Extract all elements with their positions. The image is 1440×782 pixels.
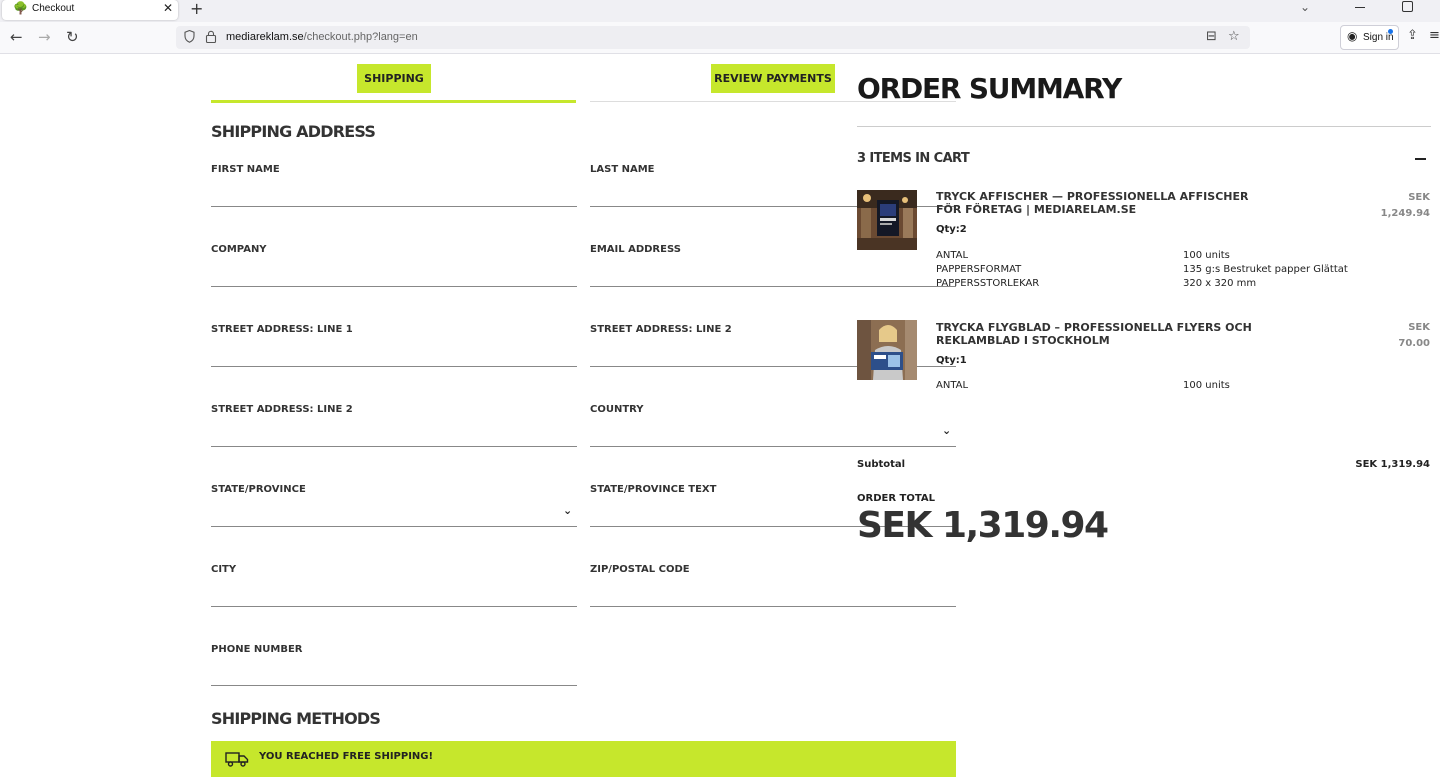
- street-line2-label-alt: STREET ADDRESS: LINE 2: [211, 404, 353, 415]
- free-shipping-message: YOU REACHED FREE SHIPPING!: [259, 751, 434, 762]
- lock-icon: [205, 30, 217, 43]
- restore-window-icon[interactable]: [1402, 1, 1413, 12]
- state-province-label: STATE/PROVINCE: [211, 484, 306, 495]
- shipping-address-title: SHIPPING ADDRESS: [211, 122, 376, 141]
- city-label: CITY: [211, 564, 237, 575]
- option-value: 100 units: [1183, 250, 1230, 261]
- email-field[interactable]: [590, 286, 956, 287]
- minimize-window-icon[interactable]: [1355, 1, 1365, 11]
- street-line2-label: STREET ADDRESS: LINE 2: [590, 324, 732, 335]
- account-icon: ◉: [1347, 29, 1358, 43]
- country-label: COUNTRY: [590, 404, 644, 415]
- items-in-cart-toggle[interactable]: 3 ITEMS IN CART: [857, 151, 970, 166]
- street-line2-field-alt[interactable]: [211, 446, 577, 447]
- phone-field[interactable]: [211, 685, 577, 686]
- first-name-label: FIRST NAME: [211, 164, 280, 175]
- option-value: 320 x 320 mm: [1183, 278, 1257, 289]
- menu-icon[interactable]: ≡: [1429, 28, 1440, 43]
- sign-in-button[interactable]: ◉ Sign in: [1340, 25, 1399, 50]
- browser-tab-bar: 🌳 Checkout ✕ + ⌄: [0, 0, 1440, 22]
- back-arrow-icon[interactable]: ←: [10, 28, 23, 46]
- checkout-page: SHIPPING REVIEW PAYMENTS SHIPPING ADDRES…: [0, 54, 1440, 782]
- last-name-label: LAST NAME: [590, 164, 655, 175]
- state-province-select[interactable]: [211, 526, 577, 527]
- product-qty: Qty:2: [936, 224, 967, 235]
- step-shipping-indicator: [211, 100, 576, 103]
- street-line1-label: STREET ADDRESS: LINE 1: [211, 324, 353, 335]
- street-line1-field[interactable]: [211, 366, 577, 367]
- browser-toolbar: ← → ↻ mediareklam.se/checkout.php?lang=e…: [0, 22, 1440, 54]
- subtotal-value: SEK 1,319.94: [1355, 459, 1430, 470]
- product-name[interactable]: TRYCKA FLYGBLAD – PROFESSIONELLA FLYERS …: [936, 321, 1256, 347]
- country-select[interactable]: [590, 446, 956, 447]
- reload-icon[interactable]: ↻: [66, 28, 79, 46]
- option-key: PAPPERSFORMAT: [936, 264, 1022, 275]
- chevron-down-icon[interactable]: ⌄: [563, 504, 572, 517]
- chevron-down-icon[interactable]: ⌄: [1300, 0, 1310, 14]
- subtotal-label: Subtotal: [857, 459, 906, 470]
- product-currency: SEK: [1408, 192, 1430, 203]
- reader-view-icon[interactable]: ⊟: [1206, 29, 1217, 44]
- order-total-label: ORDER TOTAL: [857, 493, 935, 504]
- chevron-down-icon[interactable]: ⌄: [942, 424, 951, 437]
- tab-title: Checkout: [32, 3, 75, 14]
- shield-icon: [184, 30, 195, 43]
- free-shipping-banner: YOU REACHED FREE SHIPPING!: [211, 741, 956, 777]
- share-icon[interactable]: ⇪: [1407, 28, 1418, 43]
- product-price: 70.00: [1398, 338, 1430, 349]
- company-label: COMPANY: [211, 244, 267, 255]
- product-price: 1,249.94: [1380, 208, 1430, 219]
- url-text: mediareklam.se/checkout.php?lang=en: [226, 31, 418, 43]
- zip-label: ZIP/POSTAL CODE: [590, 564, 690, 575]
- city-field[interactable]: [211, 606, 577, 607]
- close-tab-icon[interactable]: ✕: [163, 1, 173, 15]
- tree-favicon-icon: 🌳: [13, 1, 28, 15]
- company-field[interactable]: [211, 286, 577, 287]
- product-qty: Qty:1: [936, 355, 967, 366]
- truck-icon: [225, 752, 249, 767]
- address-bar[interactable]: mediareklam.se/checkout.php?lang=en ⊟ ☆: [176, 26, 1250, 49]
- step-shipping-button[interactable]: SHIPPING: [357, 64, 431, 93]
- forward-arrow-icon[interactable]: →: [38, 28, 51, 46]
- product-thumbnail-flyers[interactable]: [857, 320, 917, 380]
- shipping-methods-title: SHIPPING METHODS: [211, 709, 381, 728]
- product-thumbnail-posters[interactable]: [857, 190, 917, 250]
- first-name-field[interactable]: [211, 206, 577, 207]
- product-name[interactable]: TRYCK AFFISCHER — PROFESSIONELLA AFFISCH…: [936, 190, 1256, 216]
- phone-label: PHONE NUMBER: [211, 644, 303, 655]
- product-currency: SEK: [1408, 322, 1430, 333]
- divider: [857, 126, 1431, 127]
- option-key: PAPPERSSTORLEKAR: [936, 278, 1040, 289]
- option-value: 135 g:s Bestruket papper Glättat: [1183, 264, 1348, 275]
- email-label: EMAIL ADDRESS: [590, 244, 681, 255]
- option-key: ANTAL: [936, 380, 969, 391]
- zip-field[interactable]: [590, 606, 956, 607]
- browser-tab[interactable]: 🌳 Checkout ✕: [2, 0, 178, 20]
- step-review-payments-button[interactable]: REVIEW PAYMENTS: [711, 64, 835, 93]
- notification-dot: [1388, 29, 1393, 34]
- shipping-form-panel: [211, 64, 956, 782]
- state-province-text-label: STATE/PROVINCE TEXT: [590, 484, 717, 495]
- new-tab-icon[interactable]: +: [190, 0, 203, 18]
- order-total-value: SEK 1,319.94: [857, 505, 1109, 546]
- option-value: 100 units: [1183, 380, 1230, 391]
- order-summary-title: ORDER SUMMARY: [857, 72, 1122, 105]
- collapse-minus-icon[interactable]: [1415, 158, 1426, 160]
- option-key: ANTAL: [936, 250, 969, 261]
- bookmark-star-icon[interactable]: ☆: [1228, 29, 1240, 44]
